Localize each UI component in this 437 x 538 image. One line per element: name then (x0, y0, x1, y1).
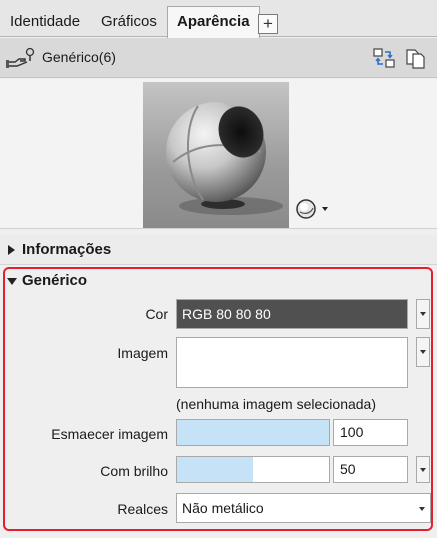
section-informacoes[interactable]: Informações (0, 235, 437, 265)
material-name: Genérico(6) (42, 49, 116, 65)
sphere-material-preview[interactable] (143, 82, 289, 228)
tab-graficos[interactable]: Gráficos (91, 8, 167, 37)
highlights-label: Realces (117, 501, 168, 517)
tab-identidade[interactable]: Identidade (0, 8, 90, 37)
expand-arrow-icon (8, 245, 15, 255)
image-dropdown-button[interactable] (416, 337, 430, 367)
fade-image-slider-fill (177, 420, 329, 445)
highlights-select[interactable]: Não metálico (176, 493, 431, 523)
material-header: Genérico(6) (0, 38, 437, 78)
glossiness-slider-fill (177, 457, 253, 482)
color-dropdown-button[interactable] (416, 299, 430, 329)
glossiness-dropdown-button[interactable] (416, 456, 430, 483)
fade-image-slider[interactable] (176, 419, 330, 446)
section-generico[interactable]: Genérico (0, 266, 437, 296)
glossiness-slider[interactable] (176, 456, 330, 483)
section-informacoes-label: Informações (22, 241, 112, 258)
fade-image-value[interactable]: 100 (333, 419, 408, 446)
tab-aparencia[interactable]: Aparência (167, 6, 260, 38)
sphere-options-icon[interactable] (295, 196, 335, 222)
duplicate-material-icon[interactable] (404, 46, 428, 70)
tab-bar: Identidade Gráficos Aparência + (0, 0, 437, 38)
collapse-arrow-icon (7, 278, 17, 285)
color-label: Cor (145, 306, 168, 322)
fade-image-label: Esmaecer imagem (51, 426, 168, 442)
image-label: Imagem (117, 345, 168, 361)
image-field[interactable] (176, 337, 408, 388)
section-generico-label: Genérico (22, 272, 88, 289)
add-tab-button[interactable]: + (258, 14, 278, 34)
color-field[interactable]: RGB 80 80 80 (176, 299, 408, 329)
image-status-text: (nenhuma imagem selecionada) (176, 396, 376, 412)
highlights-select-value: Não metálico (182, 500, 264, 516)
glossiness-value[interactable]: 50 (333, 456, 408, 483)
material-preview-area (0, 79, 437, 229)
chevron-down-icon (419, 507, 425, 511)
glossiness-label: Com brilho (100, 463, 168, 479)
material-hand-icon (5, 46, 39, 70)
replace-material-icon[interactable] (372, 46, 396, 70)
